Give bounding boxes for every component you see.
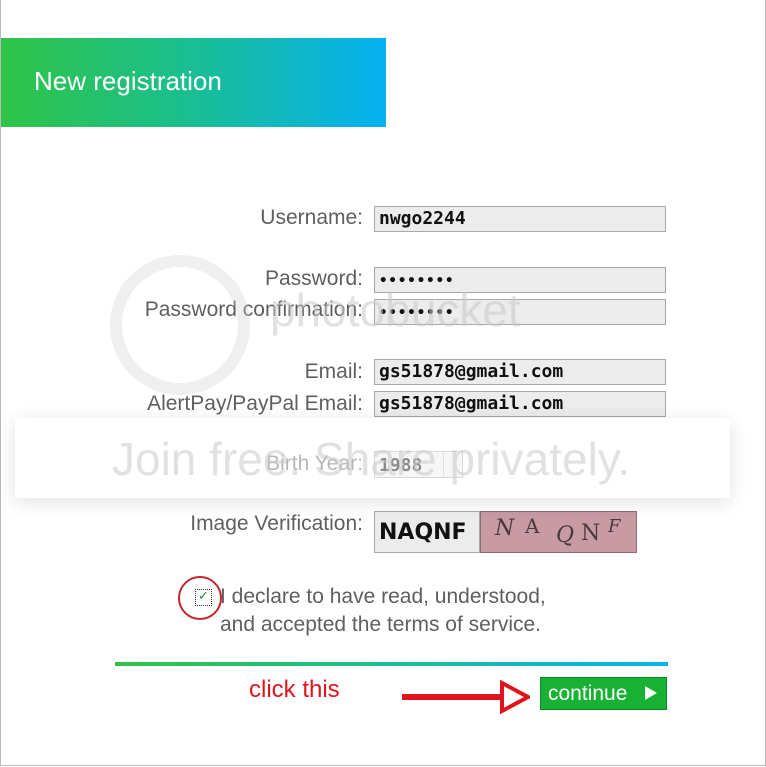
birth-year-select[interactable] [374,451,463,479]
dropdown-arrow-icon[interactable] [443,452,462,477]
captcha-char: N [581,521,601,546]
paypal-email-input[interactable] [374,391,666,417]
page-title: New registration [34,66,222,96]
checkmark-icon: ✓ [198,589,209,604]
email-label: Email: [304,360,363,383]
image-verification-label: Image Verification: [190,512,363,535]
annotation-arrow-icon [402,680,530,714]
captcha-image: N A Q N F [480,511,637,553]
password-input[interactable]: •••••••• [374,267,666,293]
terms-line: and accepted the terms of service. [220,613,541,636]
username-input[interactable] [374,206,666,232]
captcha-char: A [525,514,540,538]
password-label: Password: [264,267,363,290]
click-this-annotation: click this [249,676,340,703]
terms-line: I declare to have read, understood, [220,585,546,608]
captcha-input[interactable] [374,511,480,553]
play-arrow-icon [645,686,657,700]
birth-year-label: Birth Year: [266,452,363,475]
birth-year-input[interactable] [375,452,441,479]
continue-button[interactable]: continue [540,677,667,710]
captcha-char: Q [556,523,575,548]
terms-checkbox[interactable]: ✓ [195,589,212,606]
password-confirmation-label: Password confirmation: [144,298,363,321]
paypal-email-label: AlertPay/PayPal Email: [147,392,363,415]
captcha-char: F [608,516,621,537]
continue-label: continue [548,682,628,705]
email-input[interactable] [374,359,666,385]
terms-text: I declare to have read, understood, and … [220,583,546,639]
username-label: Username: [260,206,363,229]
captcha-char: N [495,516,515,541]
password-confirmation-input[interactable]: •••••••• [374,299,666,325]
section-divider [115,662,668,666]
page-header: New registration [1,38,386,127]
